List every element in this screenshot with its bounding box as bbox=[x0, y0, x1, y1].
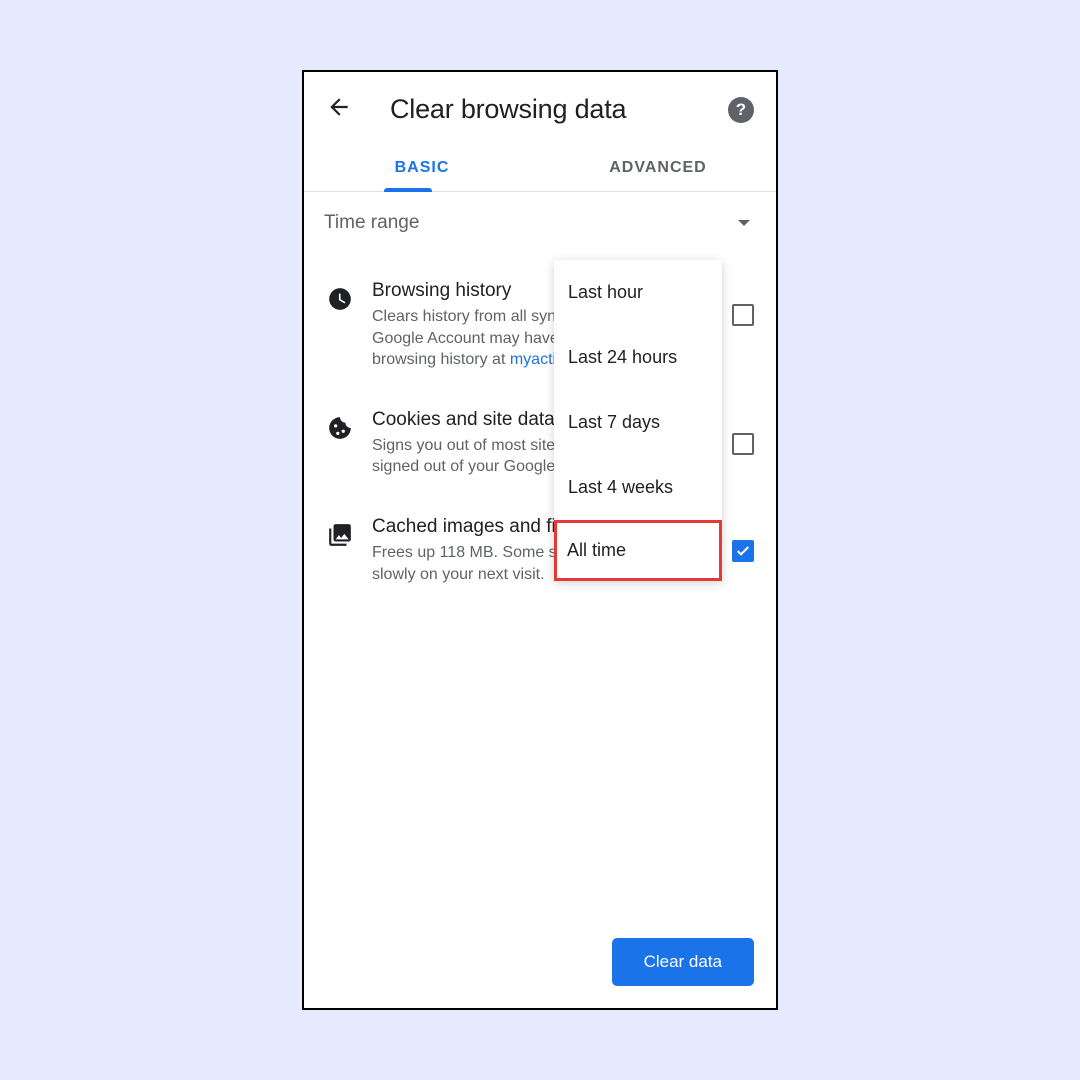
dropdown-item-last-hour[interactable]: Last hour bbox=[554, 260, 722, 325]
back-arrow-icon[interactable] bbox=[326, 94, 352, 125]
tab-basic[interactable]: BASIC bbox=[304, 145, 540, 191]
footer: Clear data bbox=[612, 938, 754, 986]
dropdown-item-last-24-hours[interactable]: Last 24 hours bbox=[554, 325, 722, 390]
cookie-icon bbox=[326, 415, 354, 441]
dropdown-item-last-4-weeks[interactable]: Last 4 weeks bbox=[554, 455, 722, 520]
tab-indicator bbox=[384, 188, 432, 192]
chevron-down-icon bbox=[738, 220, 750, 226]
clear-data-button[interactable]: Clear data bbox=[612, 938, 754, 986]
tab-bar: BASIC ADVANCED bbox=[304, 145, 776, 192]
time-range-row[interactable]: Time range bbox=[304, 192, 776, 244]
clear-browsing-data-screen: Clear browsing data ? BASIC ADVANCED Tim… bbox=[302, 70, 778, 1010]
checkbox-cookies[interactable] bbox=[732, 433, 754, 455]
checkbox-history[interactable] bbox=[732, 304, 754, 326]
clock-icon bbox=[326, 286, 354, 312]
help-icon[interactable]: ? bbox=[728, 97, 754, 123]
page-title: Clear browsing data bbox=[390, 94, 704, 125]
tab-advanced[interactable]: ADVANCED bbox=[540, 145, 776, 191]
image-stack-icon bbox=[326, 522, 354, 548]
dropdown-item-last-7-days[interactable]: Last 7 days bbox=[554, 390, 722, 455]
time-range-dropdown: Last hour Last 24 hours Last 7 days Last… bbox=[554, 260, 722, 581]
time-range-label: Time range bbox=[324, 212, 730, 234]
dropdown-item-all-time[interactable]: All time bbox=[554, 520, 722, 581]
header-bar: Clear browsing data ? bbox=[304, 72, 776, 135]
checkbox-cache[interactable] bbox=[732, 540, 754, 562]
